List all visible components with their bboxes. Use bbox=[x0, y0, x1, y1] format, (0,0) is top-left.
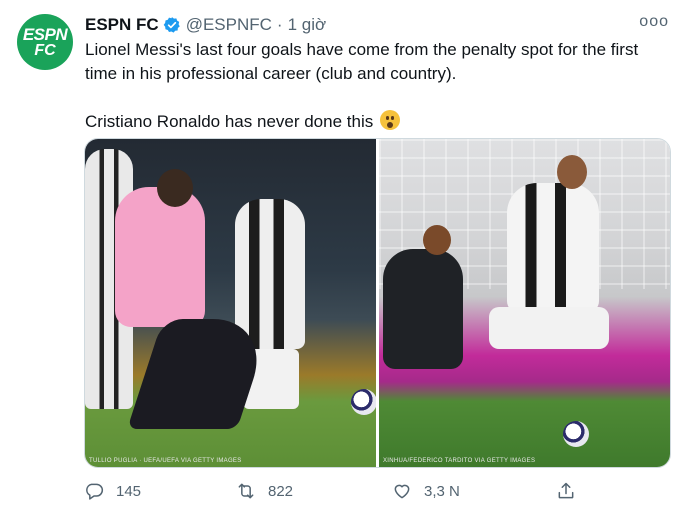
retweet-icon bbox=[238, 483, 254, 499]
avatar-text-fc: FC bbox=[34, 41, 56, 59]
ronaldo-shorts bbox=[489, 307, 609, 349]
reply-button[interactable]: 145 bbox=[84, 481, 236, 501]
retweet-count: 822 bbox=[268, 482, 294, 500]
messi-head bbox=[157, 169, 193, 207]
tweet-timestamp[interactable]: 1 giờ bbox=[288, 15, 327, 35]
tweet-text-line-2: Cristiano Ronaldo has never done this bbox=[85, 112, 374, 131]
tweet-media[interactable]: TULLIO PUGLIA · UEFA/UEFA VIA GETTY IMAG… bbox=[84, 138, 671, 468]
ronaldo-shirt bbox=[507, 183, 599, 313]
like-button[interactable]: 3,3 N bbox=[392, 481, 556, 501]
reply-icon bbox=[86, 483, 104, 500]
football bbox=[351, 389, 376, 415]
avatar-text-espn: ESPN bbox=[22, 24, 68, 44]
defender-head bbox=[423, 225, 451, 255]
share-button[interactable] bbox=[556, 481, 576, 501]
author-name[interactable]: ESPN FC bbox=[85, 15, 159, 35]
tweet-text-paragraph-1: Lionel Messi's last four goals have come… bbox=[85, 40, 639, 83]
messi-shirt bbox=[115, 187, 205, 327]
ronaldo-head bbox=[557, 155, 587, 189]
reply-count: 145 bbox=[116, 482, 142, 500]
photo-ronaldo-penalty[interactable]: XINHUA/FEDERICO TARDITO VIA GETTY IMAGES bbox=[379, 139, 670, 467]
author-handle[interactable]: @ESPNFC bbox=[186, 15, 272, 35]
more-icon[interactable]: ooo bbox=[639, 13, 669, 31]
background-player-2 bbox=[235, 199, 305, 349]
verified-badge-icon bbox=[163, 17, 180, 33]
like-count: 3,3 N bbox=[424, 482, 460, 500]
tweet-text-paragraph-2: Cristiano Ronaldo has never done this bbox=[85, 110, 670, 134]
defender-shirt bbox=[383, 249, 463, 369]
tweet-actions: 145 822 3,3 N bbox=[84, 478, 644, 504]
football bbox=[563, 421, 589, 447]
avatar[interactable]: ESPN FC bbox=[17, 14, 73, 70]
photo-credit-right: XINHUA/FEDERICO TARDITO VIA GETTY IMAGES bbox=[383, 458, 536, 464]
photo-messi-penalty[interactable]: TULLIO PUGLIA · UEFA/UEFA VIA GETTY IMAG… bbox=[85, 139, 376, 467]
face-with-open-mouth-emoji bbox=[379, 110, 400, 130]
tweet-header: ESPN FC @ESPNFC · 1 giờ bbox=[85, 12, 326, 38]
tweet-card[interactable]: ESPN FC ESPN FC @ESPNFC · 1 giờ ooo Lion… bbox=[0, 0, 689, 513]
tweet-text: Lionel Messi's last four goals have come… bbox=[85, 38, 670, 134]
retweet-button[interactable]: 822 bbox=[236, 481, 392, 501]
photo-credit-left: TULLIO PUGLIA · UEFA/UEFA VIA GETTY IMAG… bbox=[89, 458, 242, 464]
like-icon bbox=[394, 484, 410, 499]
separator-dot: · bbox=[276, 15, 283, 34]
share-icon bbox=[558, 482, 574, 499]
